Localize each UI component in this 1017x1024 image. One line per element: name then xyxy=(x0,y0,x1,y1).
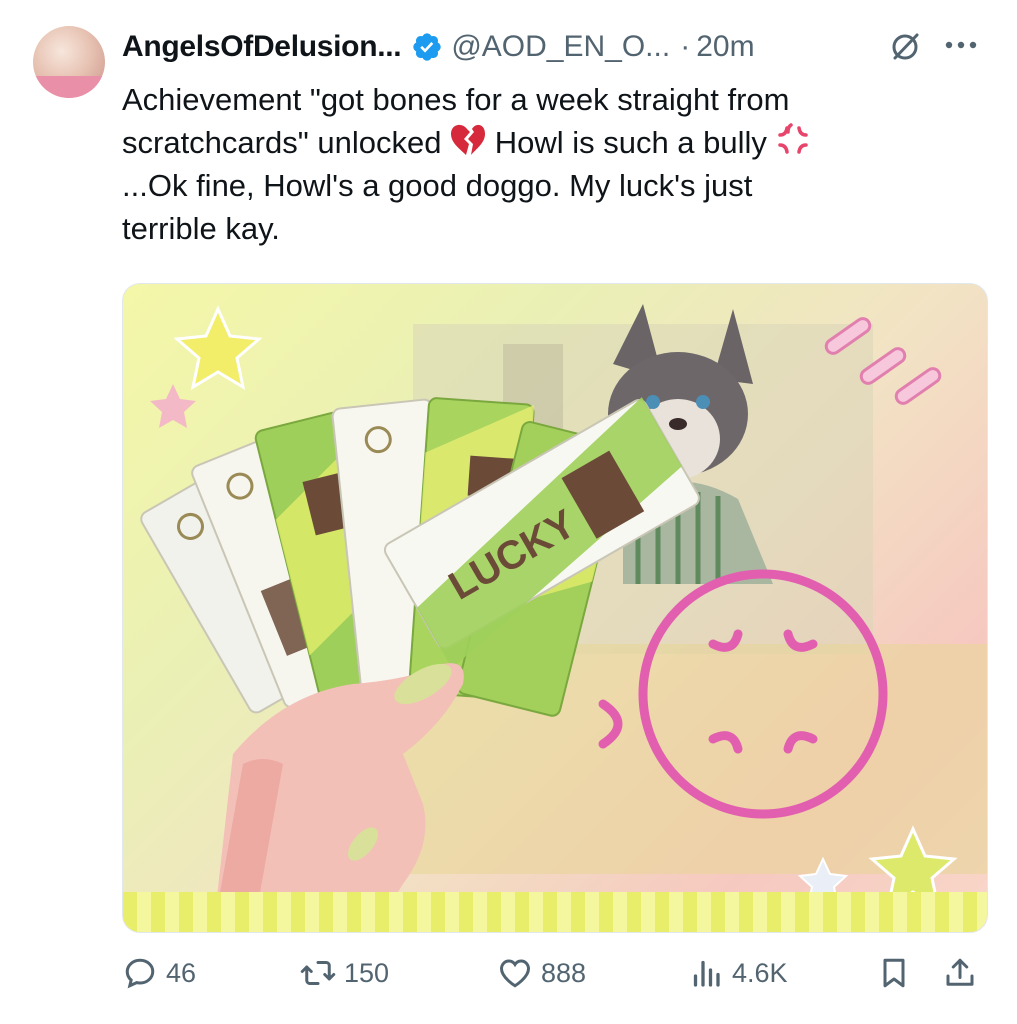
reply-icon xyxy=(125,958,155,989)
tweet-text-fragment: scratchcards" unlocked xyxy=(122,125,442,160)
media-bottom-stripe xyxy=(123,892,987,932)
anger-symbol-emoji-icon xyxy=(777,123,808,154)
tweet-line: Achievement "got bones for a week straig… xyxy=(122,82,790,117)
timestamp[interactable]: 20m xyxy=(696,30,754,64)
like-button[interactable]: 888 xyxy=(497,955,586,991)
author-handle[interactable]: @AOD_EN_O... xyxy=(451,30,670,64)
author-display-name[interactable]: AngelsOfDelusion... xyxy=(122,30,402,64)
verified-badge-icon xyxy=(413,33,442,61)
grok-icon[interactable] xyxy=(888,30,922,64)
views-button[interactable]: 4.6K xyxy=(688,955,788,991)
tweet-line: terrible kay. xyxy=(122,211,280,246)
reply-count: 46 xyxy=(166,957,197,988)
action-bar: 46 150 888 4.6K xyxy=(0,955,1017,1005)
share-button[interactable] xyxy=(942,955,986,991)
reply-button[interactable]: 46 xyxy=(122,955,196,991)
tweet-line: ...Ok fine, Howl's a good doggo. My luck… xyxy=(122,168,753,203)
avatar[interactable] xyxy=(33,26,105,98)
avatar-band xyxy=(33,76,105,98)
more-options-icon[interactable] xyxy=(944,38,978,52)
tweet-header: AngelsOfDelusion... @AOD_EN_O... · 20m xyxy=(122,26,755,68)
broken-heart-emoji-icon xyxy=(451,124,486,155)
tweet-text-fragment: Howl is such a bully xyxy=(494,125,767,160)
bookmark-icon xyxy=(883,958,905,988)
star-decoration xyxy=(173,305,263,391)
retweet-count: 150 xyxy=(344,957,390,988)
heart-icon xyxy=(499,959,531,988)
star-decoration xyxy=(150,384,196,428)
tweet-media-image[interactable]: LUCKY xyxy=(122,283,988,933)
retweet-button[interactable]: 150 xyxy=(300,955,389,991)
tweet-text: Achievement "got bones for a week straig… xyxy=(122,78,992,250)
bookmark-button[interactable] xyxy=(876,955,920,991)
share-icon xyxy=(946,958,974,986)
meta-separator: · xyxy=(680,30,691,63)
retweet-icon xyxy=(300,961,336,985)
illustration: LUCKY xyxy=(140,304,987,932)
analytics-icon xyxy=(693,960,720,987)
like-count: 888 xyxy=(541,957,587,988)
tweet-line: scratchcards" unlocked Howl is such a bu… xyxy=(122,121,992,164)
view-count: 4.6K xyxy=(732,957,788,988)
